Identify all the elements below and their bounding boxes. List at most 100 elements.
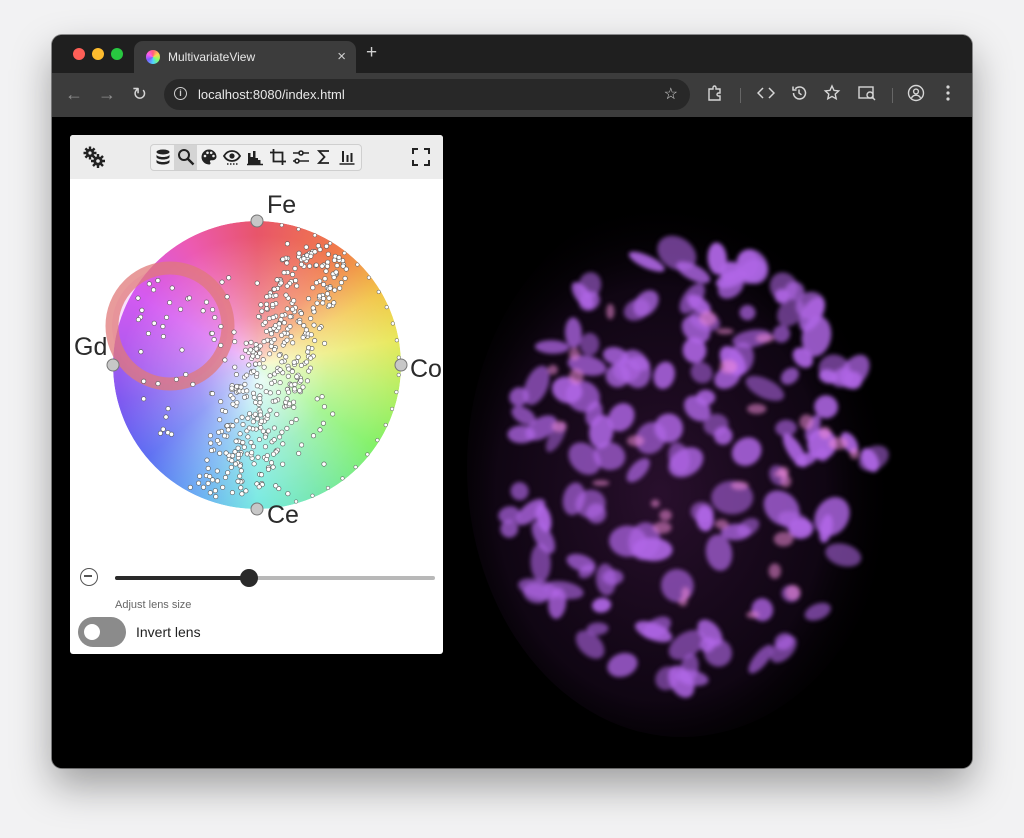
scatter-point [269,460,275,466]
scatter-point [310,493,315,498]
scatter-point [233,461,239,467]
scatter-point [312,338,318,344]
address-bar[interactable]: i localhost:8080/index.html ☆ [164,79,690,110]
scatter-point [138,349,144,355]
tool-palette-button[interactable] [197,145,220,170]
scatter-point [283,354,289,360]
tissue-highlight [659,509,672,521]
scatter-point [183,372,189,378]
slider-thumb[interactable] [240,569,259,587]
profile-icon[interactable] [907,84,925,102]
scatter-point [262,319,268,325]
tool-tune-button[interactable] [289,145,312,170]
color-wheel-area[interactable]: Fe Co Ce Gd [70,179,443,539]
tool-search-button[interactable] [174,145,197,170]
scatter-point [237,463,243,469]
anchor-ce[interactable] [250,502,264,516]
devtools-code-icon[interactable] [757,85,775,101]
bookmark-star-icon[interactable]: ☆ [664,84,678,104]
scatter-point [222,433,228,439]
tissue-highlight [819,426,832,439]
scatter-point [250,419,256,425]
scatter-point [246,425,252,431]
tissue-highlight [715,519,729,529]
extensions-icon[interactable] [706,84,724,102]
anchor-fe[interactable] [250,214,264,228]
bookmarks-icon[interactable] [823,84,841,102]
scatter-point [252,411,258,417]
lens-size-slider[interactable] [115,576,435,580]
scatter-point [160,324,166,330]
scatter-point [169,285,175,291]
maximize-window-button[interactable] [111,48,123,60]
slider-fill [115,576,250,580]
scatter-point [155,381,161,387]
scatter-point [276,321,282,327]
tool-histogram-button[interactable] [243,145,266,170]
scatter-point [254,416,260,422]
toggle-knob [84,624,100,640]
scatter-point [297,320,303,326]
channel-label-ce: Ce [267,501,299,529]
scatter-point [326,302,332,308]
anchor-co[interactable] [394,358,408,372]
scatter-point [295,354,301,360]
invert-lens-toggle[interactable] [78,617,126,647]
tab-close-button[interactable]: × [337,48,346,65]
tool-database-button[interactable] [151,145,174,170]
scatter-point [217,450,223,456]
scatter-point [284,396,290,402]
scatter-point [226,275,232,281]
scatter-point [201,484,207,490]
scatter-point [271,437,277,443]
scatter-point [232,449,238,455]
scatter-point [326,295,332,301]
anchor-gd[interactable] [106,358,120,372]
scatter-point [324,243,330,249]
new-tab-button[interactable]: + [366,42,377,64]
history-icon[interactable] [790,84,808,102]
scatter-point [284,337,290,343]
scatter-point [281,320,287,326]
scatter-point [267,351,273,357]
forward-button[interactable]: → [98,83,116,105]
back-button[interactable]: ← [65,83,83,105]
scatter-point [235,478,241,484]
scatter-point [264,328,270,334]
scatter-point [314,280,320,286]
scatter-point [290,272,296,278]
scatter-point [293,417,299,423]
eye-icon [223,150,241,165]
tool-crop-button[interactable] [266,145,289,170]
scatter-point [248,339,254,345]
scatter-point [251,394,257,400]
site-info-icon[interactable]: i [174,87,187,100]
tool-sigma-button[interactable] [312,145,335,170]
scatter-point [315,243,321,249]
scatter-point [263,456,269,462]
scatter-point [306,368,312,374]
settings-gears-icon[interactable] [82,145,106,169]
fullscreen-icon[interactable] [411,147,431,167]
scatter-point [210,307,216,313]
tab-search-icon[interactable] [857,84,877,102]
bar-chart-icon [339,151,355,165]
browser-tab[interactable]: MultivariateView × [134,41,356,73]
tool-visibility-button[interactable] [220,145,243,170]
scatter-point [218,324,224,330]
tool-bar-chart-button[interactable] [335,145,358,170]
scatter-point [258,302,264,308]
scatter-point [215,438,221,444]
color-wheel-plot[interactable] [70,179,443,539]
menu-kebab-icon[interactable] [945,84,951,102]
multivariate-image-view[interactable] [452,137,952,757]
scatter-point [279,332,285,338]
scatter-point [394,390,399,395]
scatter-point [160,334,166,340]
scatter-point [197,473,203,479]
url-text[interactable]: localhost:8080/index.html [198,87,345,102]
minimize-window-button[interactable] [92,48,104,60]
scatter-point [322,276,328,282]
reload-button[interactable]: ↻ [132,83,147,105]
close-window-button[interactable] [73,48,85,60]
